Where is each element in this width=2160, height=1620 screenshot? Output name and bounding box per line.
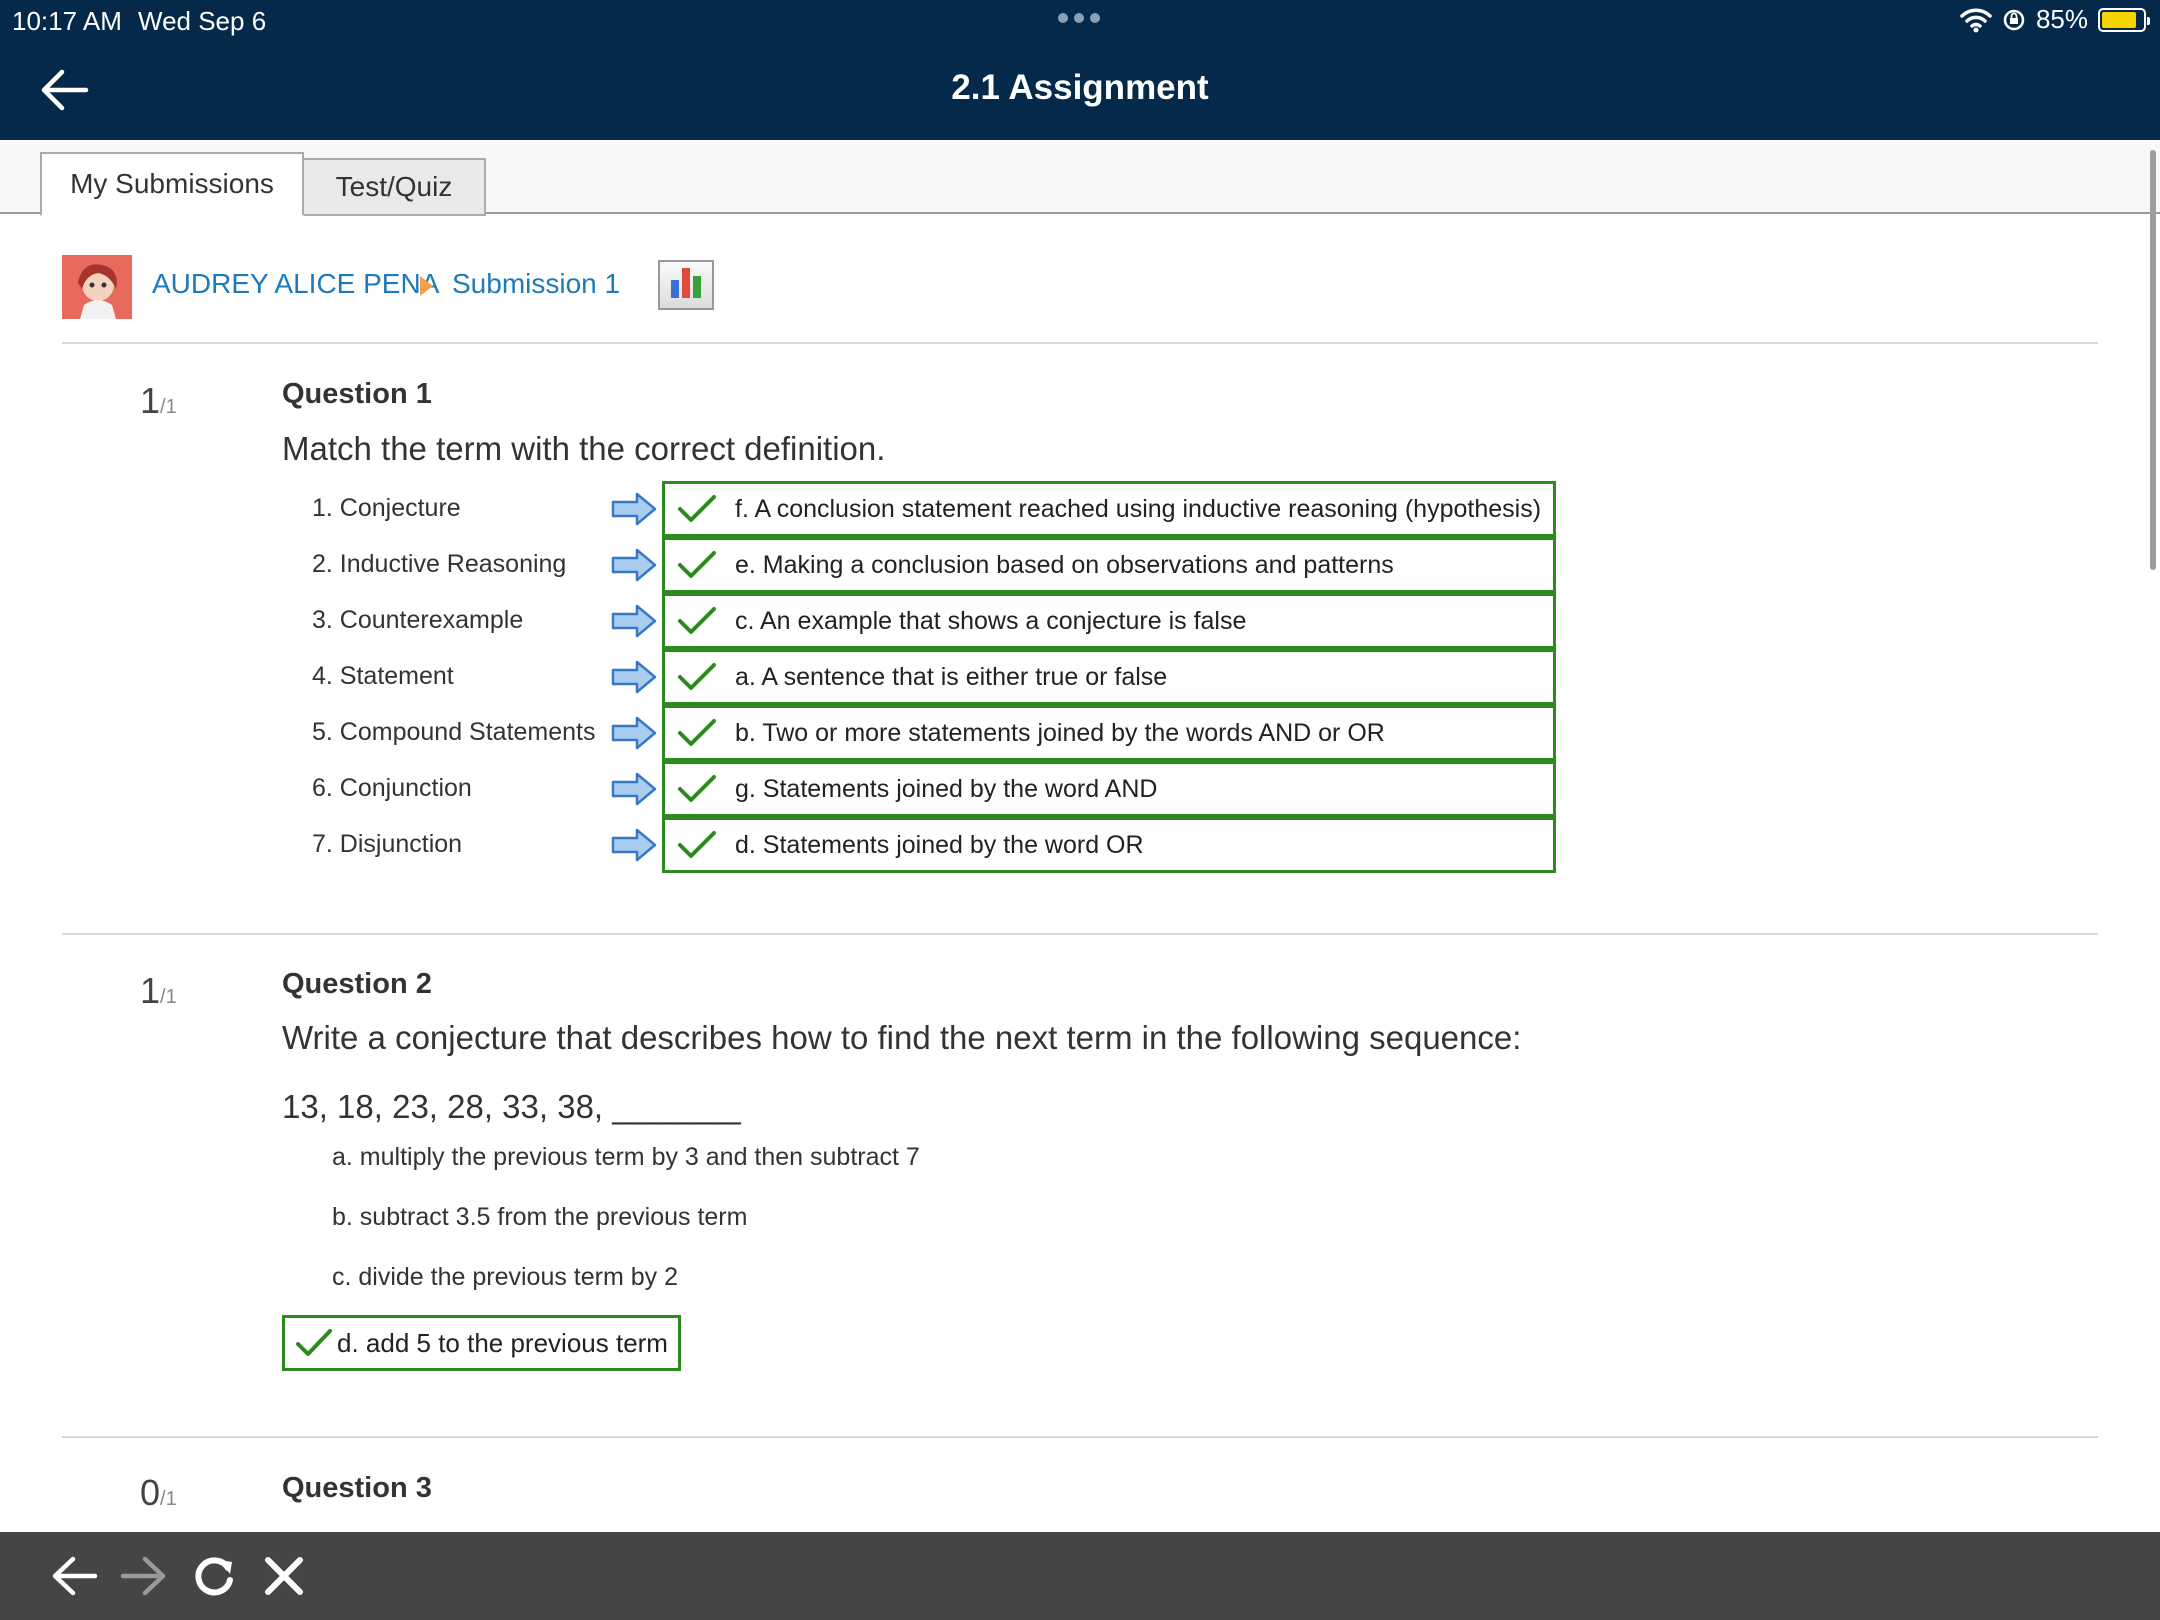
arrow-right-icon bbox=[120, 1556, 166, 1596]
match-answer-text: g. Statements joined by the word AND bbox=[735, 774, 1158, 803]
multitasking-dots-icon[interactable] bbox=[1058, 13, 1100, 23]
match-answer[interactable]: e. Making a conclusion based on observat… bbox=[662, 537, 1556, 593]
match-answer[interactable]: f. A conclusion statement reached using … bbox=[662, 481, 1556, 537]
breadcrumb-submission[interactable]: Submission 1 bbox=[452, 268, 620, 300]
block-arrow-right-icon bbox=[611, 492, 657, 526]
question-2-score: 1/1 bbox=[140, 970, 177, 1011]
breadcrumb-separator-icon bbox=[420, 276, 433, 296]
question-3-score: 0/1 bbox=[140, 1472, 177, 1513]
match-answer[interactable]: b. Two or more statements joined by the … bbox=[662, 705, 1556, 761]
rotation-lock-icon bbox=[2003, 9, 2025, 30]
match-answer[interactable]: d. Statements joined by the word OR bbox=[662, 817, 1556, 873]
match-term: 7. Disjunction bbox=[312, 830, 463, 858]
status-date: Wed Sep 6 bbox=[138, 6, 267, 36]
breadcrumb-user[interactable]: AUDREY ALICE PENA bbox=[152, 268, 439, 300]
match-term: 3. Counterexample bbox=[312, 606, 524, 634]
page-title: 2.1 Assignment bbox=[951, 68, 1209, 107]
choice-c[interactable]: c. divide the previous term by 2 bbox=[332, 1263, 678, 1292]
match-answer-text: a. A sentence that is either true or fal… bbox=[735, 662, 1168, 691]
divider bbox=[62, 342, 2098, 344]
checkmark-icon bbox=[678, 831, 716, 858]
checkmark-icon bbox=[678, 663, 716, 690]
question-2-prompt: Write a conjecture that describes how to… bbox=[282, 1019, 1522, 1056]
divider bbox=[62, 1436, 2098, 1438]
question-2-title: Question 2 bbox=[282, 968, 432, 1000]
block-arrow-right-icon bbox=[611, 828, 657, 862]
checkmark-icon bbox=[678, 607, 716, 634]
bar-chart-icon bbox=[671, 280, 679, 298]
block-arrow-right-icon bbox=[611, 604, 657, 638]
match-term: 6. Conjunction bbox=[312, 774, 472, 802]
status-time: 10:17 AM bbox=[12, 6, 122, 36]
wifi-icon bbox=[1960, 8, 1992, 32]
question-2-sequence: 13, 18, 23, 28, 33, 38, _______ bbox=[282, 1088, 741, 1125]
match-answer-text: d. Statements joined by the word OR bbox=[735, 830, 1144, 859]
tab-bar: My Submissions Test/Quiz bbox=[0, 140, 2160, 216]
question-3-title: Question 3 bbox=[282, 1472, 432, 1504]
match-term: 5. Compound Statements bbox=[312, 718, 596, 746]
match-answer[interactable]: c. An example that shows a conjecture is… bbox=[662, 593, 1556, 649]
close-button[interactable] bbox=[256, 1548, 312, 1604]
app-header: 10:17 AM Wed Sep 6 85% 2.1 Assignment bbox=[0, 0, 2160, 140]
match-answer[interactable]: g. Statements joined by the word AND bbox=[662, 761, 1556, 817]
match-answer[interactable]: a. A sentence that is either true or fal… bbox=[662, 649, 1556, 705]
match-answer-text: b. Two or more statements joined by the … bbox=[735, 718, 1385, 747]
match-answer-text: c. An example that shows a conjecture is… bbox=[735, 606, 1247, 635]
match-answer-text: e. Making a conclusion based on observat… bbox=[735, 550, 1394, 579]
divider bbox=[62, 933, 2098, 935]
choice-d-label: d. add 5 to the previous term bbox=[337, 1327, 668, 1358]
question-1-score: 1/1 bbox=[140, 380, 177, 421]
battery-icon bbox=[2098, 7, 2150, 32]
block-arrow-right-icon bbox=[611, 716, 657, 750]
close-icon bbox=[265, 1557, 303, 1595]
avatar bbox=[62, 255, 132, 319]
block-arrow-right-icon bbox=[611, 548, 657, 582]
match-term: 4. Statement bbox=[312, 662, 454, 690]
block-arrow-right-icon bbox=[611, 772, 657, 806]
reload-button[interactable] bbox=[186, 1548, 242, 1604]
block-arrow-right-icon bbox=[611, 660, 657, 694]
checkmark-icon bbox=[678, 551, 716, 578]
arrow-left-icon bbox=[52, 1556, 98, 1596]
match-term: 2. Inductive Reasoning bbox=[312, 550, 567, 578]
nav-back-button[interactable] bbox=[46, 1548, 102, 1604]
tab-test-quiz[interactable]: Test/Quiz bbox=[304, 158, 486, 216]
checkmark-icon bbox=[678, 495, 716, 522]
tab-my-submissions[interactable]: My Submissions bbox=[40, 152, 304, 216]
status-indicators: 85% bbox=[1960, 4, 2150, 35]
match-answer-text: f. A conclusion statement reached using … bbox=[735, 494, 1542, 523]
choice-a[interactable]: a. multiply the previous term by 3 and t… bbox=[332, 1143, 920, 1172]
nav-forward-button[interactable] bbox=[116, 1548, 172, 1604]
checkmark-icon bbox=[678, 719, 716, 746]
checkmark-icon bbox=[296, 1329, 332, 1356]
choice-b[interactable]: b. subtract 3.5 from the previous term bbox=[332, 1203, 747, 1232]
checkmark-icon bbox=[678, 775, 716, 802]
question-1-prompt: Match the term with the correct definiti… bbox=[282, 430, 886, 467]
battery-percent: 85% bbox=[2035, 4, 2088, 34]
match-term: 1. Conjecture bbox=[312, 494, 461, 522]
browser-toolbar bbox=[0, 1532, 2160, 1620]
battery-level bbox=[2102, 11, 2136, 28]
choice-d-selected[interactable]: d. add 5 to the previous term bbox=[282, 1315, 681, 1371]
reload-icon bbox=[195, 1557, 233, 1596]
stats-button[interactable] bbox=[658, 260, 714, 310]
scrollbar[interactable] bbox=[2150, 150, 2156, 570]
question-1-title: Question 1 bbox=[282, 378, 432, 410]
